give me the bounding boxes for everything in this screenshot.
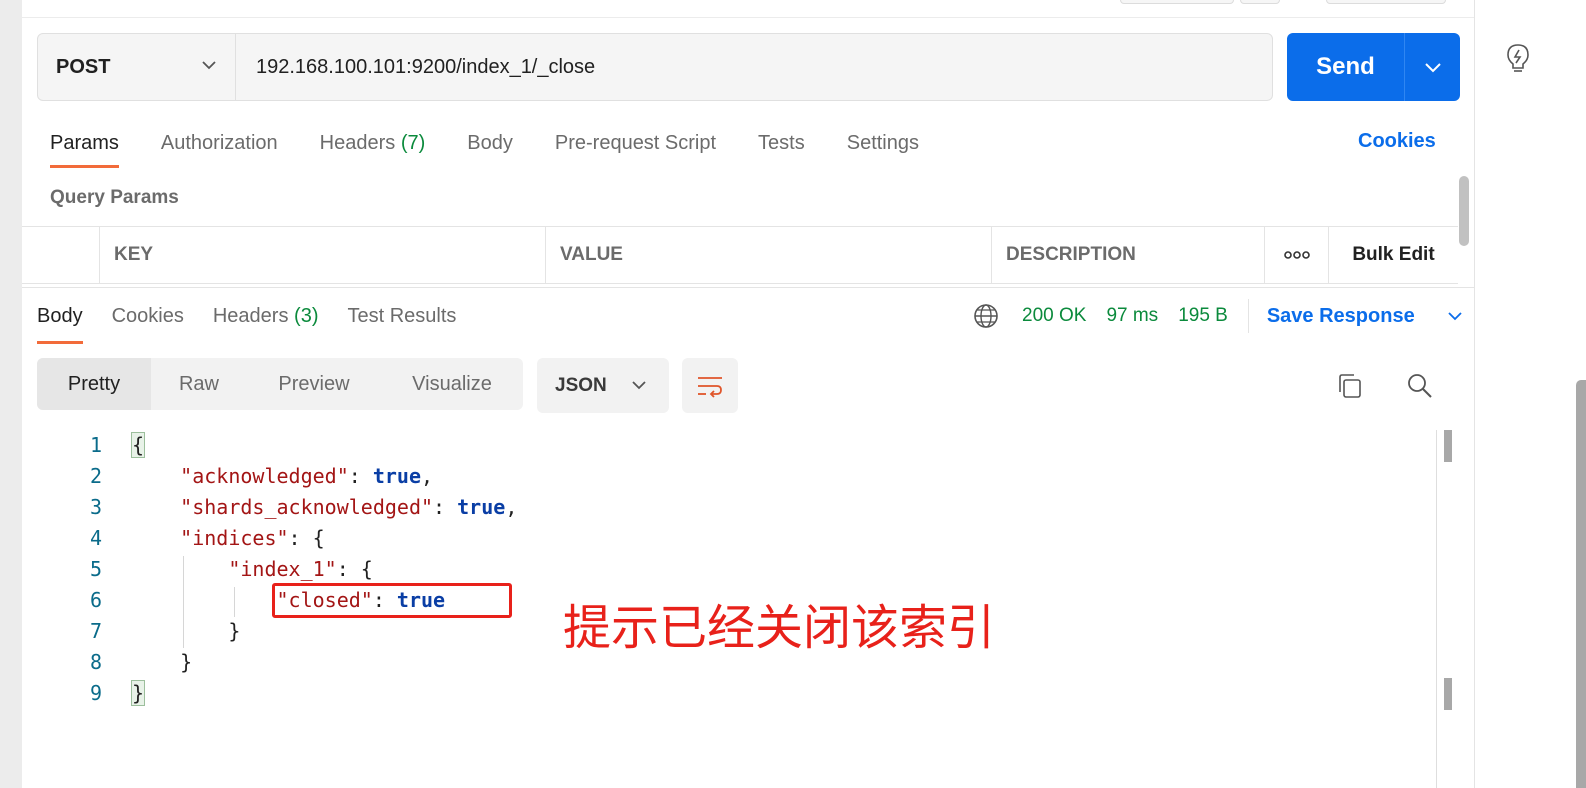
code-line: } (180, 650, 193, 674)
code-line: "index_1": { (228, 557, 373, 581)
url-input[interactable]: 192.168.100.101:9200/index_1/_close (236, 34, 595, 100)
response-tabs: Body Cookies Headers (3) Test Results (37, 300, 485, 344)
save-response-button[interactable]: Save Response (1267, 305, 1463, 328)
editor-edge (1436, 430, 1437, 788)
more-options-button[interactable] (1265, 227, 1329, 283)
code-line: } (228, 619, 241, 643)
line-number: 4 (89, 526, 102, 550)
search-icon[interactable] (1406, 372, 1434, 400)
url-value: 192.168.100.101:9200/index_1/_close (256, 55, 596, 78)
line-number: 1 (89, 433, 102, 457)
line-number: 5 (89, 557, 102, 581)
view-mode-group: Pretty Raw Preview Visualize (37, 358, 523, 410)
params-scrollbar[interactable] (1459, 176, 1469, 246)
format-label: JSON (555, 374, 607, 396)
view-preview-button[interactable]: Preview (247, 358, 381, 410)
response-status-area: 200 OK 97 ms 195 B Save Response (972, 299, 1463, 333)
code-line: "acknowledged": true, (180, 464, 434, 488)
lightbulb-icon[interactable] (1503, 42, 1533, 74)
request-tabs: Params Authorization Headers (7) Body Pr… (50, 128, 961, 168)
code-line: } (130, 680, 146, 706)
chevron-down-icon (632, 381, 646, 390)
line-number: 2 (89, 464, 102, 488)
top-toolbar-button[interactable] (1240, 0, 1280, 4)
wrap-lines-button[interactable] (682, 358, 738, 413)
column-header-description: DESCRIPTION (992, 227, 1265, 283)
chevron-down-icon (202, 61, 216, 70)
editor-scrollbar-marker[interactable] (1444, 678, 1452, 710)
params-checkbox-column (22, 227, 100, 283)
tab-authorization[interactable]: Authorization (161, 128, 278, 168)
chevron-down-icon (1448, 312, 1462, 321)
wrap-lines-icon (698, 376, 722, 398)
line-number: 8 (89, 650, 102, 674)
top-toolbar-button[interactable] (1120, 0, 1234, 4)
tab-body[interactable]: Body (467, 128, 513, 168)
line-number: 7 (89, 619, 102, 643)
line-number: 6 (89, 588, 102, 612)
line-number: 3 (89, 495, 102, 519)
method-select[interactable]: POST (38, 34, 236, 100)
globe-icon[interactable] (972, 302, 1000, 330)
tab-response-body[interactable]: Body (37, 300, 83, 344)
bulk-edit-button[interactable]: Bulk Edit (1329, 227, 1458, 283)
cookies-link[interactable]: Cookies (1358, 130, 1436, 153)
view-pretty-button[interactable]: Pretty (37, 358, 151, 410)
response-size[interactable]: 195 B (1178, 305, 1228, 327)
tab-test-results[interactable]: Test Results (347, 300, 456, 344)
status-code[interactable]: 200 OK (1022, 305, 1086, 327)
copy-icon[interactable] (1336, 372, 1364, 400)
editor-scrollbar-marker[interactable] (1444, 430, 1452, 462)
send-options-button[interactable] (1405, 33, 1460, 101)
column-header-key: KEY (100, 227, 546, 283)
right-sidebar (1474, 0, 1586, 788)
params-table: KEY VALUE DESCRIPTION Bulk Edit (22, 226, 1458, 284)
pane-divider[interactable] (22, 287, 1474, 288)
view-visualize-button[interactable]: Visualize (381, 358, 523, 410)
query-params-title: Query Params (50, 187, 179, 208)
url-bar: POST 192.168.100.101:9200/index_1/_close (37, 33, 1273, 101)
format-select[interactable]: JSON (537, 358, 669, 413)
code-line: "indices": { (180, 526, 325, 550)
status-divider (1247, 299, 1249, 333)
response-headers-count: (3) (294, 305, 319, 327)
top-toolbar-button[interactable] (1326, 0, 1446, 4)
main-panel: POST 192.168.100.101:9200/index_1/_close… (22, 0, 1474, 788)
chevron-down-icon (1424, 62, 1441, 72)
tab-params[interactable]: Params (50, 128, 119, 168)
tab-tests[interactable]: Tests (758, 128, 805, 168)
method-label: POST (56, 55, 111, 78)
tab-response-cookies[interactable]: Cookies (112, 300, 184, 344)
more-dots-icon (1283, 251, 1310, 259)
send-button[interactable]: Send (1287, 33, 1404, 101)
tab-response-headers[interactable]: Headers (3) (213, 300, 319, 344)
code-line: { (130, 432, 146, 458)
tab-headers[interactable]: Headers (7) (320, 128, 426, 168)
column-header-value: VALUE (546, 227, 992, 283)
headers-count: (7) (400, 132, 426, 154)
line-number: 9 (89, 681, 102, 705)
top-strip (22, 0, 1474, 18)
window-scrollbar[interactable] (1576, 380, 1586, 788)
view-raw-button[interactable]: Raw (151, 358, 247, 410)
response-time[interactable]: 97 ms (1106, 305, 1158, 327)
send-button-group: Send (1287, 33, 1460, 101)
tab-settings[interactable]: Settings (847, 128, 919, 168)
annotation-highlight-box (272, 583, 512, 618)
code-line: "shards_acknowledged": true, (180, 495, 518, 519)
tab-pre-request-script[interactable]: Pre-request Script (555, 128, 716, 168)
annotation-text: 提示已经关闭该索引 (563, 600, 996, 656)
